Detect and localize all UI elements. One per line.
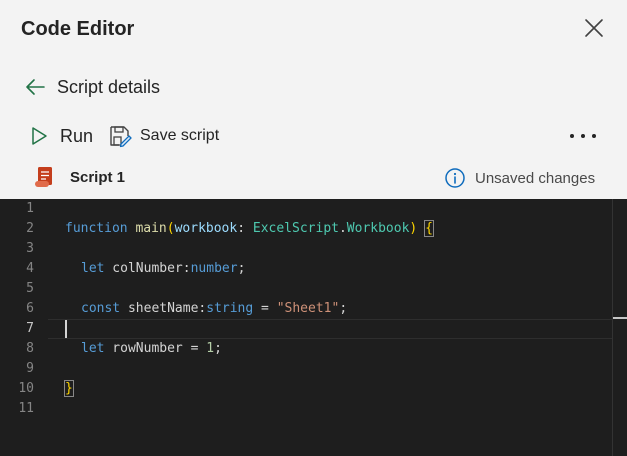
keyword: let <box>81 341 105 356</box>
line-number: 5 <box>26 281 34 296</box>
punct: : <box>237 221 253 236</box>
type-name: Workbook <box>346 221 410 236</box>
scroll-position-marker <box>613 317 627 319</box>
code-line-8: let rowNumber = 1; <box>81 339 222 359</box>
number-literal: 1 <box>206 341 215 356</box>
line-number: 9 <box>26 361 34 376</box>
text-cursor <box>65 320 67 338</box>
editor-scrollbar[interactable] <box>612 199 627 456</box>
more-options-button[interactable] <box>570 126 596 146</box>
panel-header: Code Editor <box>0 0 627 60</box>
keyword: function <box>65 221 128 236</box>
back-label: Script details <box>57 76 161 97</box>
punct: : <box>182 261 191 276</box>
code-line-6: const sheetName:string = "Sheet1"; <box>81 299 347 319</box>
line-number-active: 7 <box>26 321 34 336</box>
punct: . <box>338 221 347 236</box>
arrow-left-icon <box>26 79 45 95</box>
more-dot <box>581 134 585 138</box>
code-editor[interactable]: 1 2 3 4 5 6 7 8 9 10 11 function main(wo… <box>0 199 612 456</box>
run-label: Run <box>60 125 94 146</box>
unsaved-status: Unsaved changes <box>444 167 595 189</box>
operator: = <box>253 301 277 316</box>
line-number: 11 <box>18 401 34 416</box>
line-number: 6 <box>26 301 34 316</box>
punct: ; <box>339 301 348 316</box>
save-label: Save script <box>140 127 220 144</box>
line-number: 10 <box>18 381 34 396</box>
info-icon <box>445 168 465 188</box>
punct: ; <box>214 341 222 356</box>
keyword: const <box>81 301 121 316</box>
more-horizontal-icon <box>570 134 574 138</box>
variable: sheetName <box>120 301 199 316</box>
variable: rowNumber <box>104 341 183 356</box>
script-name: Script 1 <box>70 169 126 186</box>
type-name: string <box>206 301 254 316</box>
line-number: 3 <box>26 241 34 256</box>
line-number: 1 <box>26 201 34 216</box>
unsaved-label: Unsaved changes <box>475 169 596 187</box>
line-number-gutter: 1 2 3 4 5 6 7 8 9 10 11 <box>0 199 48 456</box>
panel-title: Code Editor <box>21 18 135 40</box>
param-name: workbook <box>174 221 238 236</box>
string-literal: "Sheet1" <box>276 301 340 316</box>
line-number: 4 <box>26 261 34 276</box>
line-number: 8 <box>26 341 34 356</box>
code-line-10: } <box>64 379 74 399</box>
type-name: ExcelScript <box>252 221 339 236</box>
current-line-highlight <box>48 319 612 339</box>
run-button[interactable]: Run <box>29 123 93 149</box>
line-number: 2 <box>26 221 34 236</box>
keyword: let <box>81 261 105 276</box>
type-name: number <box>190 261 238 276</box>
toolbar: Run Save script <box>0 120 627 152</box>
paren: ( <box>166 221 175 236</box>
operator: = <box>182 341 207 356</box>
save-icon <box>110 126 132 148</box>
save-script-button[interactable]: Save script <box>108 123 219 149</box>
code-line-4: let colNumber:number; <box>81 259 245 279</box>
punct: ; <box>237 261 246 276</box>
matched-brace: } <box>64 380 74 397</box>
script-info-bar: Script 1 Unsaved changes <box>0 162 627 194</box>
variable: colNumber <box>104 261 183 276</box>
play-icon <box>32 127 47 145</box>
script-scroll-icon <box>35 167 52 187</box>
matched-brace: { <box>424 220 434 237</box>
close-icon[interactable] <box>582 16 606 40</box>
back-to-script-details[interactable]: Script details <box>24 74 160 100</box>
more-dot <box>592 134 596 138</box>
function-name: main <box>135 221 167 236</box>
code-line-2: function main(workbook: ExcelScript.Work… <box>65 219 434 239</box>
